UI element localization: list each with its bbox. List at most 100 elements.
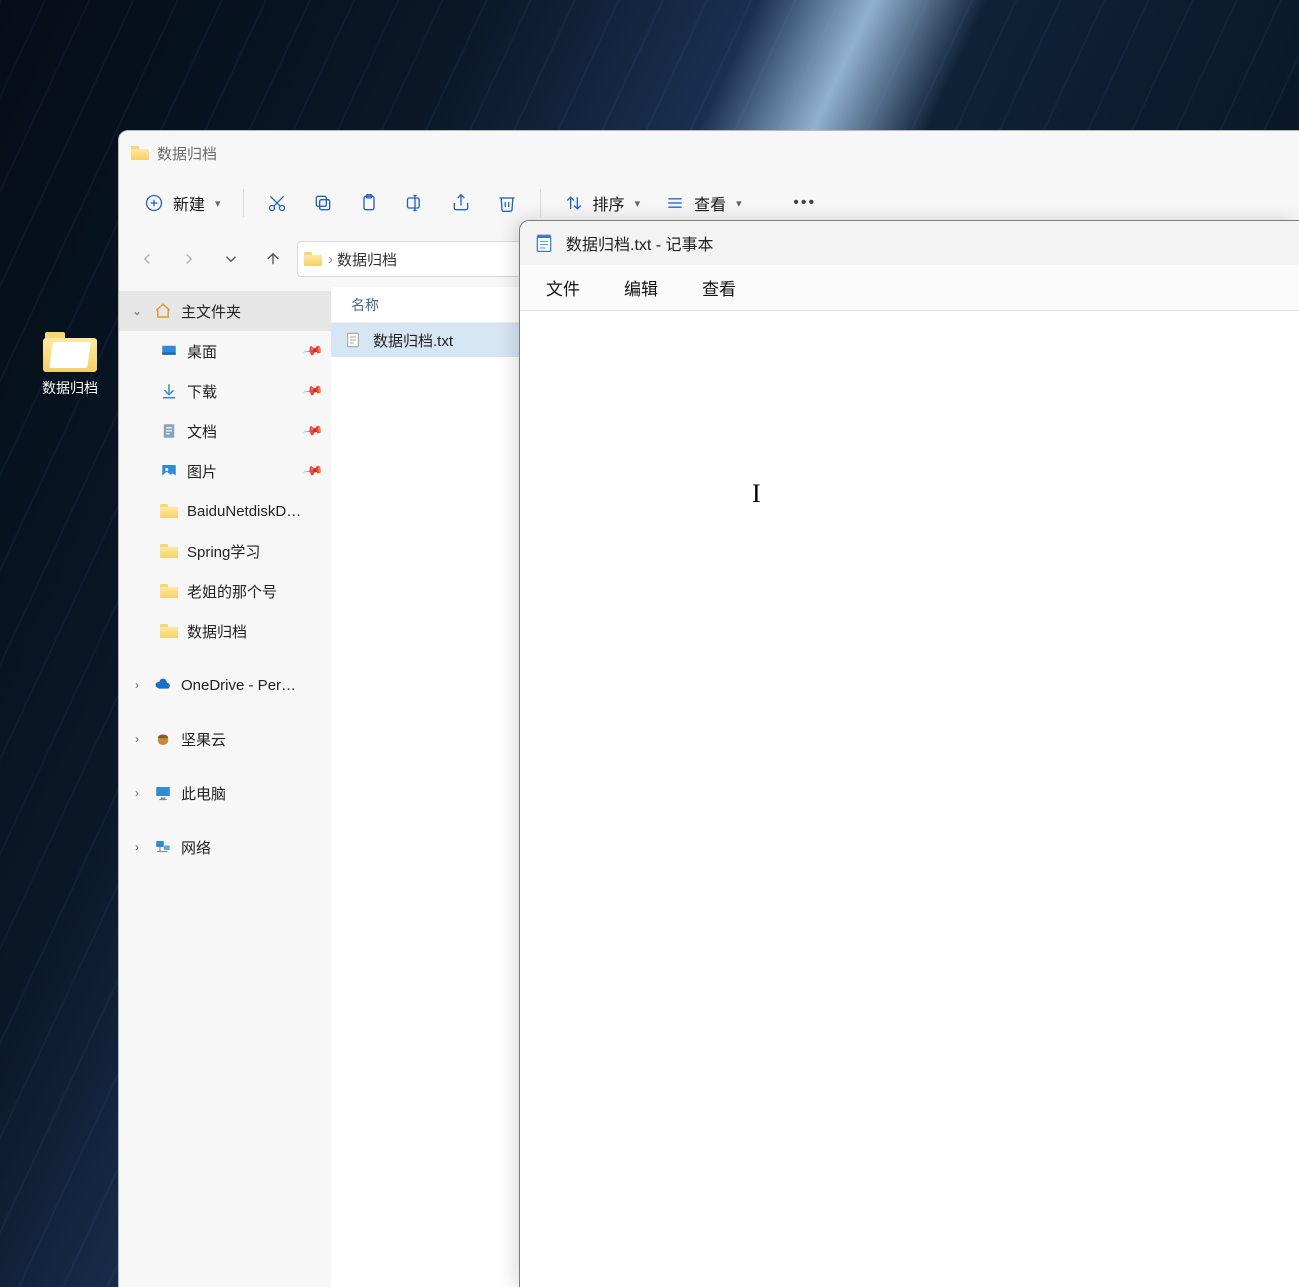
- column-name-label: 名称: [351, 295, 379, 315]
- sidebar-item-label: 此电脑: [181, 783, 226, 804]
- text-file-icon: [343, 330, 363, 350]
- pin-icon: 📌: [302, 340, 324, 362]
- more-button[interactable]: •••: [784, 186, 826, 220]
- document-icon: [159, 421, 179, 441]
- trash-icon: [496, 192, 518, 214]
- sidebar-item-home[interactable]: ⌄ 主文件夹: [119, 291, 331, 331]
- sidebar-item-downloads[interactable]: 下载 📌: [119, 371, 331, 411]
- pin-icon: 📌: [302, 380, 324, 402]
- text-cursor-icon: I: [752, 479, 761, 509]
- explorer-sidebar: ⌄ 主文件夹 桌面 📌 下载 📌: [119, 287, 331, 1287]
- view-button[interactable]: 查看 ▾: [654, 185, 752, 221]
- chevron-down-icon: ▾: [215, 197, 221, 210]
- sidebar-item-archive[interactable]: 数据归档: [119, 611, 331, 651]
- sidebar-item-documents[interactable]: 文档 📌: [119, 411, 331, 451]
- folder-icon: [43, 328, 97, 372]
- sidebar-item-label: 主文件夹: [181, 301, 241, 322]
- download-icon: [159, 381, 179, 401]
- chevron-down-icon: ▾: [635, 197, 641, 210]
- folder-icon: [304, 252, 322, 266]
- sidebar-item-label: 坚果云: [181, 729, 226, 750]
- chevron-down-icon[interactable]: ⌄: [129, 304, 145, 318]
- sort-icon: [563, 192, 585, 214]
- sidebar-item-label: 网络: [181, 837, 211, 858]
- explorer-title: 数据归档: [157, 143, 217, 164]
- monitor-icon: [153, 783, 173, 803]
- new-button[interactable]: 新建 ▾: [133, 185, 231, 221]
- sort-label: 排序: [593, 191, 625, 215]
- folder-icon: [159, 621, 179, 641]
- explorer-titlebar[interactable]: 数据归档: [119, 131, 1299, 175]
- folder-icon: [159, 541, 179, 561]
- folder-icon: [131, 146, 149, 160]
- nav-forward-button[interactable]: [171, 241, 207, 277]
- sidebar-item-jianguo[interactable]: › 坚果云: [119, 719, 331, 759]
- cut-button[interactable]: [256, 186, 298, 220]
- chevron-right-icon[interactable]: ›: [129, 732, 145, 746]
- notepad-text-area[interactable]: I: [520, 311, 1299, 1287]
- share-button[interactable]: [440, 186, 482, 220]
- folder-icon: [159, 581, 179, 601]
- paste-button[interactable]: [348, 186, 390, 220]
- nav-up-button[interactable]: [255, 241, 291, 277]
- chevron-right-icon[interactable]: ›: [129, 678, 145, 692]
- desktop-icon: [159, 341, 179, 361]
- sidebar-item-label: 数据归档: [187, 621, 247, 642]
- desktop-folder-archive[interactable]: 数据归档: [30, 328, 110, 398]
- view-list-icon: [664, 192, 686, 214]
- sort-button[interactable]: 排序 ▾: [553, 185, 651, 221]
- notepad-icon: [534, 233, 554, 253]
- cloud-icon: [153, 675, 173, 695]
- home-icon: [153, 301, 173, 321]
- nav-back-button[interactable]: [129, 241, 165, 277]
- sidebar-item-desktop[interactable]: 桌面 📌: [119, 331, 331, 371]
- file-name: 数据归档.txt: [373, 330, 453, 351]
- toolbar-separator: [540, 189, 541, 217]
- clipboard-icon: [358, 192, 380, 214]
- sidebar-item-label: 桌面: [187, 341, 217, 362]
- breadcrumb-folder[interactable]: 数据归档: [337, 249, 397, 270]
- network-icon: [153, 837, 173, 857]
- sidebar-item-network[interactable]: › 网络: [119, 827, 331, 867]
- more-icon: •••: [794, 192, 816, 214]
- plus-circle-icon: [143, 192, 165, 214]
- notepad-window: 数据归档.txt - 记事本 文件 编辑 查看 I: [519, 220, 1299, 1287]
- notepad-title: 数据归档.txt - 记事本: [566, 231, 714, 255]
- delete-button[interactable]: [486, 186, 528, 220]
- folder-icon: [159, 501, 179, 521]
- pin-icon: 📌: [302, 460, 324, 482]
- copy-icon: [312, 192, 334, 214]
- chevron-right-icon[interactable]: ›: [129, 786, 145, 800]
- rename-button[interactable]: [394, 186, 436, 220]
- sidebar-item-pictures[interactable]: 图片 📌: [119, 451, 331, 491]
- toolbar-separator: [243, 189, 244, 217]
- sidebar-item-label: OneDrive - Personal: [181, 677, 301, 694]
- view-label: 查看: [694, 191, 726, 215]
- sidebar-item-spring[interactable]: Spring学习: [119, 531, 331, 571]
- sidebar-item-label: BaiduNetdiskDownload: [187, 503, 307, 520]
- sidebar-item-label: 老姐的那个号: [187, 581, 277, 602]
- sidebar-item-onedrive[interactable]: › OneDrive - Personal: [119, 665, 331, 705]
- sidebar-item-baidu[interactable]: BaiduNetdiskDownload: [119, 491, 331, 531]
- pictures-icon: [159, 461, 179, 481]
- desktop-folder-label: 数据归档: [30, 378, 110, 398]
- menu-file[interactable]: 文件: [538, 269, 588, 306]
- share-icon: [450, 192, 472, 214]
- notepad-titlebar[interactable]: 数据归档.txt - 记事本: [520, 221, 1299, 265]
- rename-icon: [404, 192, 426, 214]
- sidebar-item-thispc[interactable]: › 此电脑: [119, 773, 331, 813]
- sidebar-item-label: Spring学习: [187, 541, 260, 562]
- sidebar-item-label: 文档: [187, 421, 217, 442]
- nav-recent-button[interactable]: [213, 241, 249, 277]
- menu-edit[interactable]: 编辑: [616, 269, 666, 306]
- pin-icon: 📌: [302, 420, 324, 442]
- scissors-icon: [266, 192, 288, 214]
- chevron-right-icon[interactable]: ›: [129, 840, 145, 854]
- breadcrumb-separator: ›: [328, 251, 333, 268]
- sidebar-item-laojie[interactable]: 老姐的那个号: [119, 571, 331, 611]
- menu-view[interactable]: 查看: [694, 269, 744, 306]
- chevron-down-icon: ▾: [736, 197, 742, 210]
- sidebar-item-label: 下载: [187, 381, 217, 402]
- copy-button[interactable]: [302, 186, 344, 220]
- sidebar-item-label: 图片: [187, 461, 217, 482]
